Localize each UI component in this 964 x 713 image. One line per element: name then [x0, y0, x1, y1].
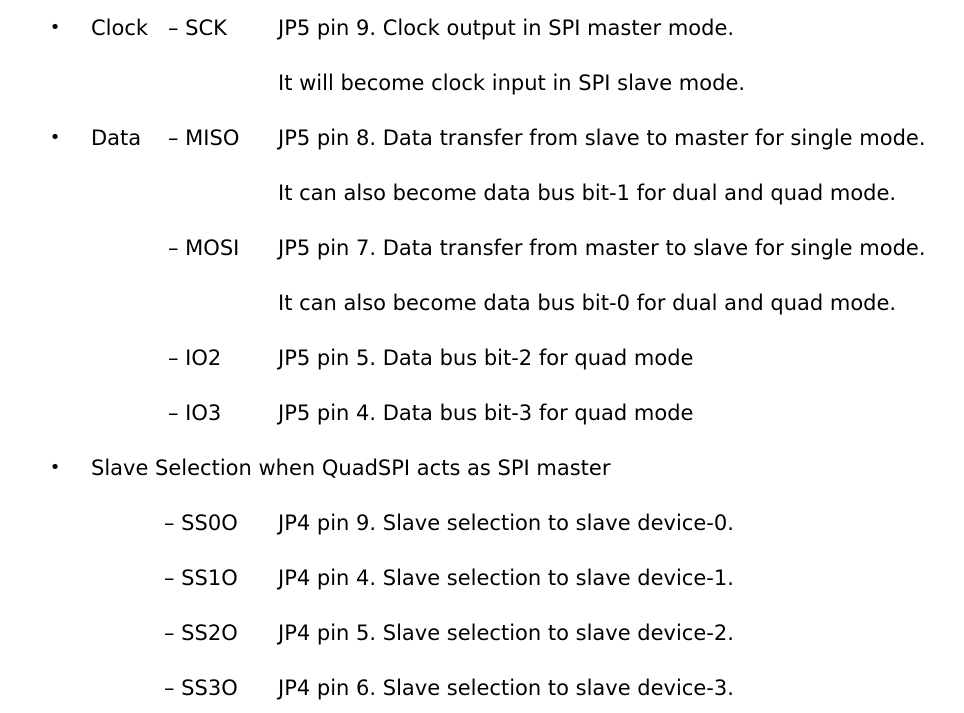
io2-description: JP5 pin 5. Data bus bit-2 for quad mode [278, 346, 694, 370]
slave-selection-heading: Slave Selection when QuadSPI acts as SPI… [91, 456, 611, 480]
sck-description-line-2: It will become clock input in SPI slave … [278, 71, 746, 95]
mosi-signal: – MOSI [168, 236, 240, 260]
sck-signal: – SCK [168, 16, 227, 40]
mosi-description-line-1: JP5 pin 7. Data transfer from master to … [278, 236, 926, 260]
ss1o-description: JP4 pin 4. Slave selection to slave devi… [278, 566, 734, 590]
sck-description-line-1: JP5 pin 9. Clock output in SPI master mo… [278, 16, 735, 40]
miso-description-line-1: JP5 pin 8. Data transfer from slave to m… [278, 126, 926, 150]
miso-description-line-2: It can also become data bus bit-1 for du… [278, 181, 897, 205]
mosi-description-line-2: It can also become data bus bit-0 for du… [278, 291, 897, 315]
clock-category: Clock [91, 16, 149, 40]
ss2o-signal: – SS2O [164, 621, 238, 645]
miso-signal: – MISO [168, 126, 240, 150]
bullet: • [49, 457, 61, 478]
io2-signal: – IO2 [168, 346, 222, 370]
io3-description: JP5 pin 4. Data bus bit-3 for quad mode [278, 401, 694, 425]
ss1o-signal: – SS1O [164, 566, 238, 590]
ss3o-description: JP4 pin 6. Slave selection to slave devi… [278, 676, 734, 700]
bullet: • [49, 127, 61, 148]
ss3o-signal: – SS3O [164, 676, 238, 700]
ss0o-signal: – SS0O [164, 511, 238, 535]
ss0o-description: JP4 pin 9. Slave selection to slave devi… [278, 511, 734, 535]
io3-signal: – IO3 [168, 401, 222, 425]
bullet: • [49, 17, 61, 38]
ss2o-description: JP4 pin 5. Slave selection to slave devi… [278, 621, 734, 645]
data-category: Data [91, 126, 142, 150]
document-page: • Clock – SCK JP5 pin 9. Clock output in… [0, 0, 964, 713]
